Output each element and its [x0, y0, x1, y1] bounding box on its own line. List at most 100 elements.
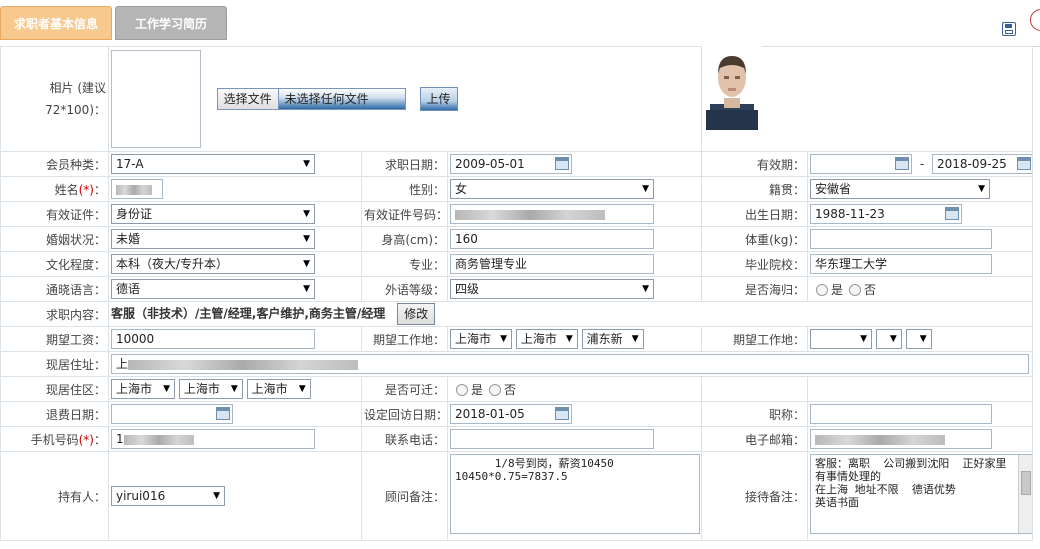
save-icon[interactable] [1002, 22, 1016, 36]
advisor-note-textarea[interactable]: 1/8号到岗，薪资10450 10450*0.75=7837.5 [450, 454, 700, 534]
work2-city-select[interactable]: ▼ [875, 329, 902, 349]
address-input[interactable]: 上 [111, 354, 1029, 374]
valid-to-input[interactable]: 2018-09-25 [932, 154, 1032, 174]
candidate-form: 相片 (建议 72*100)： 选择文件 未选择任何文件 上传 会员种类： 17-A… [0, 46, 1034, 541]
file-status-text: 未选择任何文件 [284, 92, 369, 106]
lang-level-label: 外语等级： [361, 276, 448, 302]
tab-basic-info[interactable]: 求职者基本信息 [0, 6, 112, 40]
mobile-label: 手机号码(*)： [0, 426, 109, 452]
birth-label: 出生日期： [701, 201, 809, 227]
salary-label: 期望工资： [0, 326, 109, 352]
reception-note-label: 接待备注： [701, 451, 809, 541]
relocate-no-radio[interactable] [489, 384, 502, 396]
email-input[interactable] [810, 429, 993, 449]
phone-label: 联系电话： [361, 426, 448, 452]
salary-input[interactable]: 10000 [111, 329, 315, 349]
work2-district-select[interactable]: ▼ [905, 329, 932, 349]
phone-input[interactable] [450, 429, 654, 449]
height-input[interactable]: 160 [450, 229, 654, 249]
language-select[interactable]: 德语 ▼ [111, 279, 315, 299]
name-label: 姓名(*)： [0, 176, 109, 202]
id-type-select[interactable]: 身份证 ▼ [111, 204, 315, 224]
id-number-label: 有效证件号码： [361, 201, 448, 227]
education-select[interactable]: 本科（夜大/专升本） ▼ [111, 254, 315, 274]
returnee-yes-label: 是 [831, 282, 844, 297]
birth-date-input[interactable]: 1988-11-23 [810, 204, 963, 224]
returnee-yes-radio[interactable] [816, 284, 829, 296]
date-range-dash: - [919, 156, 925, 171]
job-title-input[interactable] [810, 404, 993, 424]
returnee-no-radio[interactable] [849, 284, 862, 296]
height-label: 身高(cm)： [361, 226, 448, 252]
calendar-icon[interactable] [945, 207, 960, 220]
photo-preview-box [111, 50, 201, 148]
top-bar: 求职者基本信息 工作学习简历 [0, 0, 1040, 47]
mobile-input[interactable]: 1 [111, 429, 315, 449]
close-icon[interactable] [1030, 9, 1040, 31]
apply-date-input[interactable]: 2009-05-01 [450, 154, 572, 174]
holder-label: 持有人： [0, 451, 109, 541]
work-city-select[interactable]: 上海市 ▼ [515, 329, 578, 349]
refund-date-label: 退费日期： [0, 401, 109, 427]
valid-from-input[interactable] [810, 154, 913, 174]
language-label: 通晓语言： [0, 276, 109, 302]
returnee-label: 是否海归： [701, 276, 809, 302]
relocate-label: 是否可迁： [361, 376, 448, 402]
relocate-no-label: 否 [504, 382, 517, 397]
marital-select[interactable]: 未婚 ▼ [111, 229, 315, 249]
weight-label: 体重(kg)： [701, 226, 809, 252]
work2-province-select[interactable]: ▼ [810, 329, 873, 349]
gender-select[interactable]: 女 ▼ [450, 179, 654, 199]
work-province-select[interactable]: 上海市 ▼ [450, 329, 512, 349]
upload-button[interactable]: 上传 [419, 87, 458, 111]
calendar-icon[interactable] [216, 407, 230, 420]
work-place2-label: 期望工作地： [701, 326, 809, 352]
revisit-date-input[interactable]: 2018-01-05 [450, 404, 572, 424]
member-type-label: 会员种类： [0, 151, 109, 177]
area-province-select[interactable]: 上海市 ▼ [111, 379, 175, 399]
refund-date-input[interactable] [111, 404, 233, 424]
area-label: 现居住区： [0, 376, 109, 402]
calendar-icon[interactable] [1017, 157, 1032, 170]
major-label: 专业： [361, 251, 448, 277]
work-district-select[interactable]: 浦东新 ▼ [581, 329, 644, 349]
native-label: 籍贯： [701, 176, 809, 202]
apply-date-label: 求职日期： [361, 151, 448, 177]
school-label: 毕业院校： [701, 251, 809, 277]
job-title-label: 职称： [701, 401, 809, 427]
reception-note-textarea[interactable]: 客服：离职 公司搬到沈阳 正好家里有事情处理的 在上海 地址不限 德语优势 英语… [810, 454, 1032, 534]
email-label: 电子邮箱： [701, 426, 809, 452]
native-select[interactable]: 安徽省 ▼ [810, 179, 991, 199]
area-district-select[interactable]: 上海市 ▼ [246, 379, 311, 399]
choose-file-button[interactable]: 选择文件 [217, 89, 279, 109]
photo-label: 相片 (建议 72*100)： [0, 46, 109, 152]
marital-label: 婚姻状况： [0, 226, 109, 252]
calendar-icon[interactable] [895, 157, 910, 170]
address-label: 现居住址： [0, 351, 109, 377]
school-input[interactable]: 华东理工大学 [810, 254, 993, 274]
relocate-yes-radio[interactable] [456, 384, 468, 396]
tab-work-history[interactable]: 工作学习简历 [115, 6, 227, 40]
calendar-icon[interactable] [555, 407, 569, 420]
holder-select[interactable]: yirui016 ▼ [111, 486, 225, 506]
valid-period-label: 有效期： [701, 151, 809, 177]
advisor-note-label: 顾问备注： [361, 451, 448, 541]
major-input[interactable]: 商务管理专业 [450, 254, 654, 274]
file-input[interactable]: 选择文件 未选择任何文件 [216, 88, 406, 110]
member-type-select[interactable]: 17-A ▼ [111, 154, 315, 174]
work-place-label: 期望工作地： [361, 326, 448, 352]
edit-job-button[interactable]: 修改 [397, 303, 436, 325]
area-city-select[interactable]: 上海市 ▼ [178, 379, 243, 399]
relocate-yes-label: 是 [471, 382, 484, 397]
textarea-scrollbar[interactable] [1018, 455, 1032, 533]
revisit-date-label: 设定回访日期： [361, 401, 448, 427]
name-input[interactable] [111, 179, 163, 199]
job-content-text: 客服（非技术）/主管/经理,客户维护,商务主管/经理 [111, 306, 386, 321]
weight-input[interactable] [810, 229, 993, 249]
gender-label: 性别： [361, 176, 448, 202]
calendar-icon[interactable] [555, 157, 569, 170]
job-content-label: 求职内容： [0, 301, 109, 327]
id-number-input[interactable] [450, 204, 654, 224]
id-type-label: 有效证件： [0, 201, 109, 227]
lang-level-select[interactable]: 四级 ▼ [450, 279, 654, 299]
